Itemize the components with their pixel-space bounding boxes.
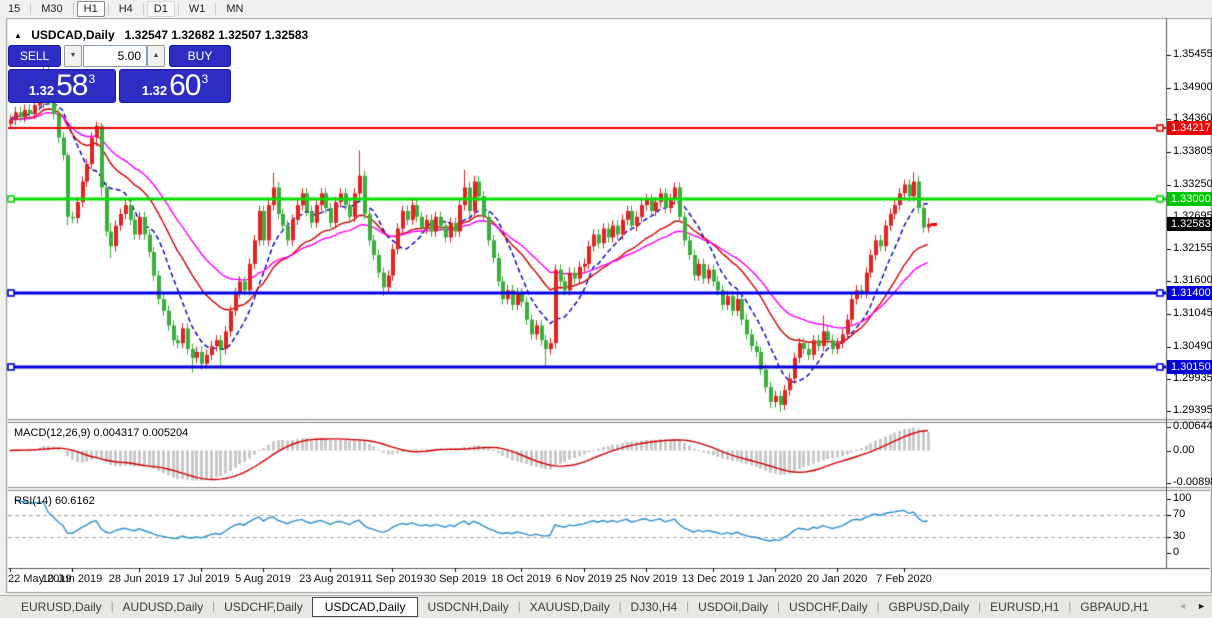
price-label-support-line-1[interactable]: 1.31400 <box>1167 286 1212 300</box>
timeframe-button-h1[interactable]: H1 <box>77 1 105 17</box>
chart-tab-eurusd-h1[interactable]: EURUSD,H1 <box>981 598 1068 616</box>
chart-tab-eurusd-daily[interactable]: EURUSD,Daily <box>12 598 111 616</box>
chart-symbol-period: USDCAD,Daily <box>31 28 114 42</box>
tab-scroll-left-icon[interactable]: ◄ <box>1178 601 1187 611</box>
chart-tab-gbpusd-daily[interactable]: GBPUSD,Daily <box>880 598 979 616</box>
bid-price-major: 1.32 <box>29 83 54 98</box>
price-axis-tick: 1.34900 <box>1173 81 1212 93</box>
rsi-indicator-label: RSI(14) 60.6162 <box>14 495 95 507</box>
chart-tab-dj30-h4[interactable]: DJ30,H4 <box>622 598 687 616</box>
date-axis-label: 28 Jun 2019 <box>109 573 170 585</box>
price-axis-tick: 1.35455 <box>1173 48 1212 60</box>
timeframe-button-h4[interactable]: H4 <box>112 1 140 17</box>
date-axis-label: 17 Jul 2019 <box>173 573 230 585</box>
macd-indicator-label: MACD(12,26,9) 0.004317 0.005204 <box>14 427 188 439</box>
timeframe-button-m30[interactable]: M30 <box>34 1 69 17</box>
price-axis-tick: 1.33250 <box>1173 178 1212 190</box>
timeframe-button-w1[interactable]: W1 <box>182 1 213 17</box>
date-axis-label: 10 Jun 2019 <box>42 573 103 585</box>
chart-tab-audusd-daily[interactable]: AUDUSD,Daily <box>114 598 213 616</box>
rsi-axis-tick: 0 <box>1173 546 1179 558</box>
price-axis-tick: 1.30490 <box>1173 340 1212 352</box>
toolbar-separator <box>143 3 144 15</box>
macd-axis-tick: 0.00 <box>1173 444 1194 456</box>
macd-axis-tick: -0.008982 <box>1173 476 1212 488</box>
volume-decrease-button[interactable]: ▼ <box>64 45 82 67</box>
toolbar-separator <box>73 3 74 15</box>
chart-tab-usdchf-daily[interactable]: USDCHF,Daily <box>780 598 877 616</box>
bid-price-button[interactable]: 1.32 58 3 <box>8 69 116 103</box>
buy-button[interactable]: BUY <box>169 45 231 67</box>
price-label-resistance-line[interactable]: 1.34217 <box>1167 121 1212 135</box>
bid-price-pips: 58 <box>56 69 87 103</box>
collapse-panel-icon[interactable]: ▲ <box>14 31 22 40</box>
timeframe-button-mn[interactable]: MN <box>219 1 250 17</box>
chart-tab-xauusd-daily[interactable]: XAUUSD,Daily <box>521 598 619 616</box>
toolbar-separator <box>108 3 109 15</box>
spin-up-icon: ▲ <box>153 52 160 59</box>
ask-price-major: 1.32 <box>142 83 167 98</box>
date-axis-label: 30 Sep 2019 <box>424 573 486 585</box>
chart-tab-usdoil-daily[interactable]: USDOil,Daily <box>689 598 777 616</box>
date-axis-label: 6 Nov 2019 <box>556 573 612 585</box>
date-axis-label: 25 Nov 2019 <box>615 573 677 585</box>
rsi-axis-tick: 30 <box>1173 530 1185 542</box>
price-axis-tick: 1.31600 <box>1173 274 1212 286</box>
price-label-green-line[interactable]: 1.33000 <box>1167 192 1212 206</box>
date-axis-label: 23 Aug 2019 <box>299 573 361 585</box>
sell-button[interactable]: SELL <box>8 45 61 67</box>
current-price-label: 1.32583 <box>1167 217 1212 231</box>
chart-title: ▲ USDCAD,Daily 1.32547 1.32682 1.32507 1… <box>14 28 308 42</box>
macd-axis-tick: 0.006448 <box>1173 420 1212 432</box>
date-axis-label: 7 Feb 2020 <box>876 573 932 585</box>
price-axis-tick: 1.32155 <box>1173 242 1212 254</box>
chart-tab-bar: EURUSD,Daily|AUDUSD,Daily|USDCHF,DailyUS… <box>0 595 1212 618</box>
date-axis-label: 11 Sep 2019 <box>361 573 423 585</box>
price-axis-tick: 1.33805 <box>1173 145 1212 157</box>
spin-down-icon: ▼ <box>70 52 77 59</box>
ask-price-pips: 60 <box>169 69 200 103</box>
timeframe-button-m15[interactable]: 15 <box>1 1 27 17</box>
bid-price-point: 3 <box>89 72 96 86</box>
toolbar-separator <box>215 3 216 15</box>
ask-price-point: 3 <box>202 72 209 86</box>
toolbar-separator <box>178 3 179 15</box>
one-click-trade-panel: SELL ▼ ▲ BUY 1.32 58 3 1.32 60 3 <box>8 45 231 103</box>
rsi-axis-tick: 70 <box>1173 508 1185 520</box>
date-axis-label: 5 Aug 2019 <box>235 573 291 585</box>
volume-input[interactable] <box>83 45 147 67</box>
tab-scroll-right-icon[interactable]: ► <box>1197 601 1206 611</box>
ask-price-button[interactable]: 1.32 60 3 <box>119 69 231 103</box>
timeframe-button-d1[interactable]: D1 <box>147 1 175 17</box>
chart-tab-gbpaud-h1[interactable]: GBPAUD,H1 <box>1071 598 1157 616</box>
chart-tab-usdcad-daily[interactable]: USDCAD,Daily <box>312 597 419 617</box>
date-axis-label: 18 Oct 2019 <box>491 573 551 585</box>
chart-ohlc-values: 1.32547 1.32682 1.32507 1.32583 <box>125 28 309 42</box>
date-axis-label: 20 Jan 2020 <box>807 573 868 585</box>
price-label-support-line-2[interactable]: 1.30150 <box>1167 360 1212 374</box>
rsi-axis-tick: 100 <box>1173 492 1191 504</box>
toolbar-separator <box>30 3 31 15</box>
date-axis-label: 13 Dec 2019 <box>682 573 744 585</box>
chart-tab-usdcnh-daily[interactable]: USDCNH,Daily <box>418 598 517 616</box>
price-axis-tick: 1.31045 <box>1173 307 1212 319</box>
date-axis-label: 1 Jan 2020 <box>748 573 802 585</box>
price-axis-tick: 1.29395 <box>1173 404 1212 416</box>
chart-tab-usdchf-daily[interactable]: USDCHF,Daily <box>215 598 312 616</box>
timeframe-toolbar: 15 M30 H1 H4 D1 W1 MN <box>0 0 1212 18</box>
volume-increase-button[interactable]: ▲ <box>147 45 165 67</box>
